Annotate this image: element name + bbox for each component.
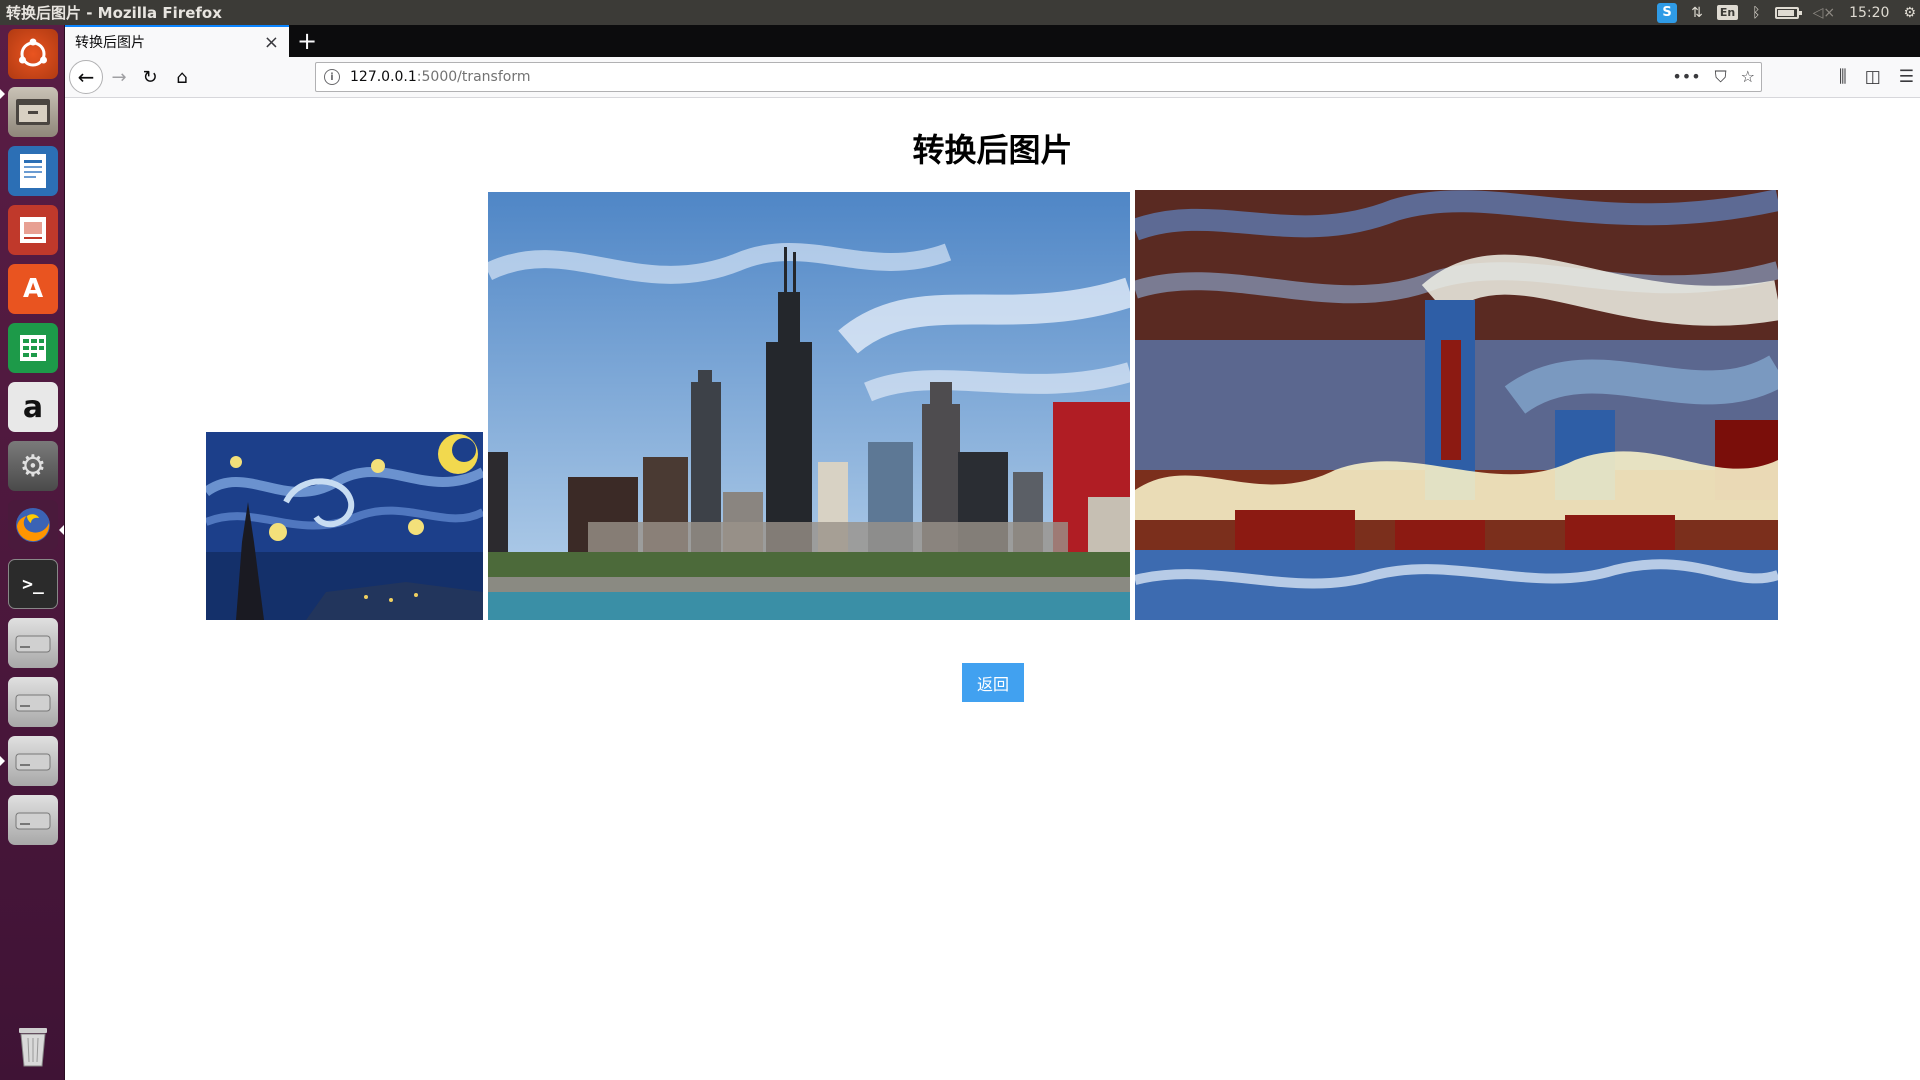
system-settings-icon[interactable]: ⚙ <box>8 441 58 491</box>
forward-arrow-icon[interactable]: → <box>105 63 133 91</box>
url-text[interactable]: 127.0.0.1:5000/transform <box>350 69 531 85</box>
firefox-icon[interactable] <box>8 500 58 550</box>
files-icon[interactable] <box>8 87 58 137</box>
system-tray: S ⇅ En ᛒ ◁× 15:20 ⚙ <box>1657 0 1916 25</box>
bookmark-star-icon[interactable]: ☆ <box>1741 67 1755 87</box>
pocket-icon[interactable]: ⛉ <box>1715 67 1727 87</box>
page-content: 转换后图片 返回 <box>65 98 1920 1080</box>
terminal-icon[interactable]: >_ <box>8 559 58 609</box>
bluetooth-icon[interactable]: ᛒ <box>1752 5 1760 21</box>
volume-muted-icon[interactable]: ◁× <box>1813 5 1836 21</box>
reload-icon[interactable]: ↻ <box>136 63 164 91</box>
launcher: A a ⚙ >_ <box>0 25 65 1080</box>
new-tab-icon[interactable]: + <box>297 27 317 55</box>
sidebar-icon[interactable]: ◫ <box>1865 67 1881 87</box>
window-title: 转换后图片 - Mozilla Firefox <box>6 4 222 22</box>
keyboard-layout-indicator[interactable]: En <box>1716 5 1739 20</box>
settings-gear-icon[interactable]: ⚙ <box>1903 5 1916 21</box>
amazon-icon[interactable]: a <box>8 382 58 432</box>
nav-bar: ← → ↻ ⌂ i 127.0.0.1:5000/transform ••• ⛉… <box>65 57 1920 98</box>
drive-icon[interactable] <box>8 677 58 727</box>
tab-title: 转换后图片 <box>75 35 145 51</box>
style-image <box>206 432 483 620</box>
site-info-icon[interactable]: i <box>324 69 340 85</box>
menu-hamburger-icon[interactable]: ☰ <box>1899 67 1914 87</box>
toolbar-right: ⫼ ◫ ☰ <box>1839 67 1914 87</box>
network-icon[interactable]: ⇅ <box>1691 5 1703 21</box>
battery-icon[interactable] <box>1774 6 1802 19</box>
home-icon[interactable]: ⌂ <box>168 63 196 91</box>
software-center-icon[interactable]: A <box>8 264 58 314</box>
url-actions: ••• ⛉ ☆ <box>1672 67 1755 87</box>
sogou-input-icon[interactable]: S <box>1657 2 1678 23</box>
page-actions-icon[interactable]: ••• <box>1672 67 1700 87</box>
writer-icon[interactable] <box>8 146 58 196</box>
top-panel: 转换后图片 - Mozilla Firefox S ⇅ En ᛒ ◁× 15:2… <box>0 0 1920 25</box>
drive-icon[interactable] <box>8 795 58 845</box>
clock[interactable]: 15:20 <box>1849 5 1889 21</box>
page-title: 转换后图片 <box>912 131 1073 169</box>
ubuntu-dash-icon[interactable] <box>8 29 58 79</box>
close-tab-icon[interactable]: × <box>264 32 279 53</box>
url-path: :5000/transform <box>416 69 531 85</box>
impress-icon[interactable] <box>8 205 58 255</box>
url-host: 127.0.0.1 <box>350 69 417 85</box>
library-icon[interactable]: ⫼ <box>1839 67 1847 87</box>
url-bar[interactable]: i 127.0.0.1:5000/transform ••• ⛉ ☆ <box>315 62 1762 92</box>
back-button[interactable]: 返回 <box>962 663 1024 702</box>
drive-icon[interactable] <box>8 736 58 786</box>
tab-active[interactable]: 转换后图片 × <box>65 25 289 57</box>
stylized-result <box>1135 190 1778 620</box>
content-image <box>488 192 1130 620</box>
drive-icon[interactable] <box>8 618 58 668</box>
back-arrow-icon[interactable]: ← <box>69 60 103 94</box>
tab-bar: 转换后图片 × + <box>65 25 1920 57</box>
trash-icon[interactable] <box>8 1021 58 1071</box>
calc-icon[interactable] <box>8 323 58 373</box>
